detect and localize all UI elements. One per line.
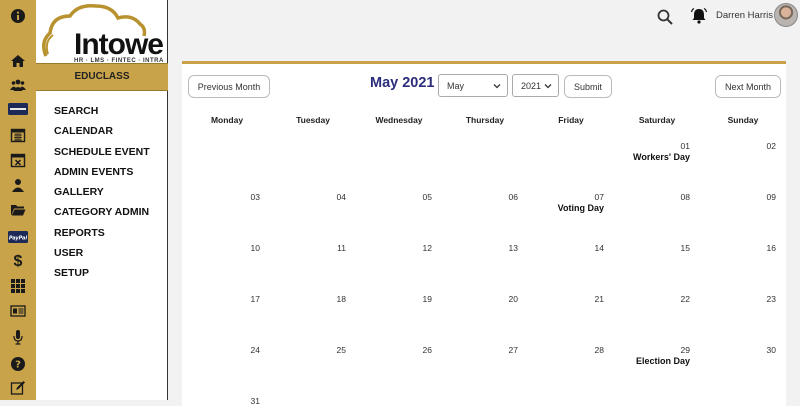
- month-select-value: May: [447, 80, 465, 91]
- calendar-day[interactable]: 19: [372, 294, 432, 304]
- submit-button[interactable]: Submit: [564, 75, 612, 98]
- weekday-header-tuesday: Tuesday: [296, 115, 330, 125]
- sidebar-item-setup[interactable]: SETUP: [54, 267, 150, 287]
- sidebar-item-category-admin[interactable]: CATEGORY ADMIN: [54, 206, 150, 226]
- calendar-day[interactable]: 31: [200, 396, 260, 406]
- users-icon[interactable]: [8, 75, 28, 95]
- svg-text:PayPal: PayPal: [9, 235, 28, 241]
- sidebar-item-gallery[interactable]: GALLERY: [54, 186, 150, 206]
- sidebar-item-search[interactable]: SEARCH: [54, 105, 150, 125]
- calendar-day[interactable]: 10: [200, 243, 260, 253]
- calendar-panel: Previous Month May 2021 May 2021 Submit …: [182, 61, 786, 406]
- dollar-icon[interactable]: $: [8, 252, 28, 272]
- calendar-day[interactable]: 03: [200, 192, 260, 202]
- calendar-day[interactable]: 26: [372, 345, 432, 355]
- calendar-day[interactable]: 21: [544, 294, 604, 304]
- icon-rail: PayPal $ ?: [0, 0, 36, 400]
- calendar-day[interactable]: 16: [716, 243, 776, 253]
- sidebar-item-schedule-event[interactable]: SCHEDULE EVENT: [54, 146, 150, 166]
- calendar-title: May 2021: [370, 75, 435, 91]
- calendar-event[interactable]: Workers' Day: [600, 152, 690, 162]
- calendar-icon[interactable]: [8, 125, 28, 145]
- help-icon[interactable]: ?: [8, 354, 28, 374]
- calendar-day[interactable]: 01: [630, 141, 690, 151]
- brand-name: Intowe: [74, 28, 164, 61]
- calendar-day[interactable]: 08: [630, 192, 690, 202]
- sidebar-item-calendar[interactable]: CALENDAR: [54, 125, 150, 145]
- calendar-day[interactable]: 11: [286, 243, 346, 253]
- month-select[interactable]: May: [438, 74, 508, 97]
- calendar-event[interactable]: Election Day: [600, 356, 690, 366]
- chevron-down-icon: [493, 84, 501, 89]
- brand-logo[interactable]: Intowe HR · LMS · FINTEC · INTRA: [38, 0, 168, 64]
- svg-text:?: ?: [15, 360, 21, 371]
- calendar-day[interactable]: 27: [458, 345, 518, 355]
- calendar-day[interactable]: 07: [544, 192, 604, 202]
- sidebar: Intowe HR · LMS · FINTEC · INTRA EDUCLAS…: [36, 0, 168, 400]
- weekday-header-monday: Monday: [210, 115, 244, 125]
- calendar-day[interactable]: 22: [630, 294, 690, 304]
- calendar-day[interactable]: 20: [458, 294, 518, 304]
- calendar-day[interactable]: 13: [458, 243, 518, 253]
- info-icon[interactable]: [8, 6, 28, 26]
- weekday-header-saturday: Saturday: [638, 115, 676, 125]
- home-icon[interactable]: [8, 51, 28, 71]
- weekday-header-thursday: Thursday: [465, 115, 505, 125]
- calendar-day[interactable]: 17: [200, 294, 260, 304]
- calendar-day[interactable]: 02: [716, 141, 776, 151]
- calendar-day[interactable]: 09: [716, 192, 776, 202]
- id-card-icon[interactable]: [8, 301, 28, 321]
- chevron-down-icon: [544, 84, 552, 89]
- folder-icon[interactable]: [8, 200, 28, 220]
- calendar-day[interactable]: 06: [458, 192, 518, 202]
- calendar-event[interactable]: Voting Day: [514, 203, 604, 213]
- year-select-value: 2021: [521, 80, 542, 91]
- sidebar-menu: SEARCH CALENDAR SCHEDULE EVENT ADMIN EVE…: [54, 105, 150, 288]
- calendar-day[interactable]: 04: [286, 192, 346, 202]
- weekday-header-sunday: Sunday: [727, 115, 759, 125]
- bell-icon[interactable]: [690, 7, 708, 25]
- year-select[interactable]: 2021: [512, 74, 559, 97]
- calendar-day[interactable]: 12: [372, 243, 432, 253]
- calendar-day[interactable]: 23: [716, 294, 776, 304]
- calendar-day[interactable]: 14: [544, 243, 604, 253]
- user-name[interactable]: Darren Harris: [716, 10, 773, 21]
- paypal-icon[interactable]: PayPal: [8, 231, 28, 243]
- weekday-header-wednesday: Wednesday: [375, 115, 423, 125]
- calendar-day[interactable]: 05: [372, 192, 432, 202]
- weekday-header-friday: Friday: [558, 115, 584, 125]
- next-month-button[interactable]: Next Month: [715, 75, 781, 98]
- user-icon[interactable]: [8, 175, 28, 195]
- search-icon[interactable]: [656, 8, 674, 26]
- calendar-day[interactable]: 15: [630, 243, 690, 253]
- calendar-day[interactable]: 29: [630, 345, 690, 355]
- microphone-icon[interactable]: [8, 327, 28, 347]
- calendar-day[interactable]: 28: [544, 345, 604, 355]
- avatar[interactable]: [774, 3, 798, 27]
- sidebar-item-user[interactable]: USER: [54, 247, 150, 267]
- calendar-day[interactable]: 24: [200, 345, 260, 355]
- calendar-day[interactable]: 30: [716, 345, 776, 355]
- sidebar-item-reports[interactable]: REPORTS: [54, 227, 150, 247]
- edit-icon[interactable]: [8, 378, 28, 398]
- card-icon[interactable]: [8, 103, 28, 115]
- calendar-day[interactable]: 18: [286, 294, 346, 304]
- grid-icon[interactable]: [8, 276, 28, 296]
- calendar-x-icon[interactable]: [8, 150, 28, 170]
- sidebar-section-title: EDUCLASS: [36, 63, 168, 91]
- calendar-day[interactable]: 25: [286, 345, 346, 355]
- previous-month-button[interactable]: Previous Month: [188, 75, 270, 98]
- sidebar-item-admin-events[interactable]: ADMIN EVENTS: [54, 166, 150, 186]
